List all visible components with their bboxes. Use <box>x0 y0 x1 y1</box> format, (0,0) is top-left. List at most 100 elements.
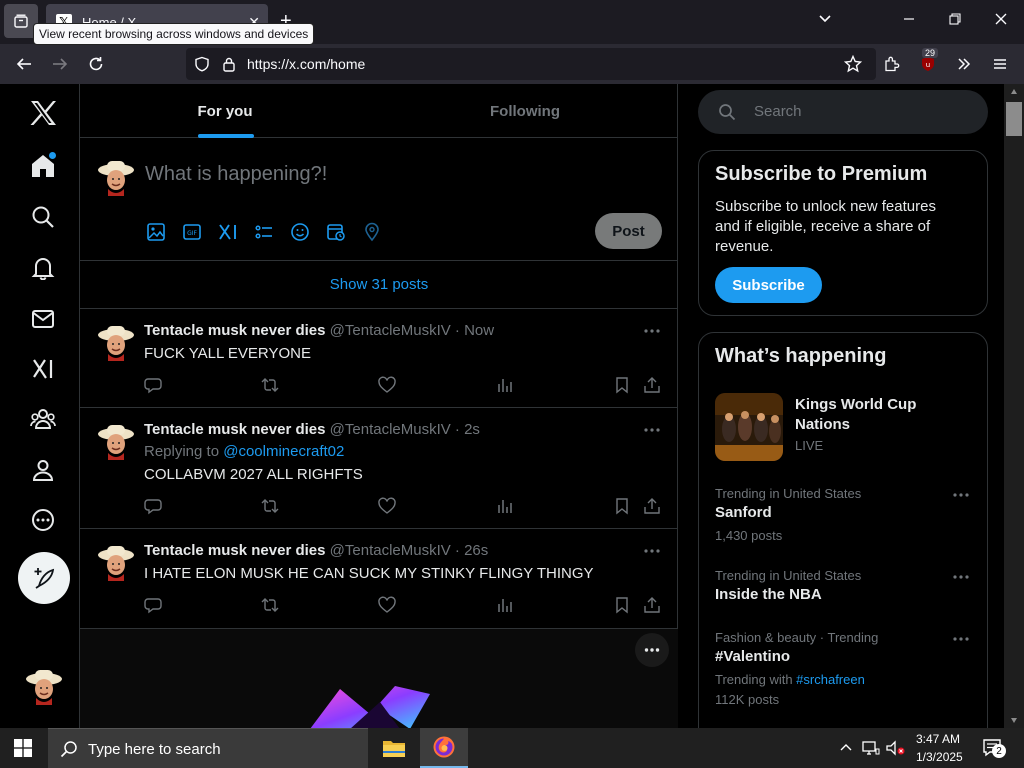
search-icon <box>719 104 736 121</box>
views-chart-icon[interactable] <box>496 376 514 394</box>
compose-post-button[interactable] <box>18 552 70 604</box>
taskbar-time[interactable]: 3:47 AM <box>916 732 960 746</box>
more-dots-icon[interactable] <box>642 321 662 341</box>
nav-explore[interactable] <box>20 194 66 240</box>
tweet-author-name[interactable]: Tentacle musk never dies <box>144 421 325 438</box>
restore-button[interactable] <box>949 12 961 26</box>
replying-to-link[interactable]: @coolminecraft02 <box>223 443 344 460</box>
post-button[interactable]: Post <box>595 213 662 249</box>
search-bar[interactable]: Search <box>698 90 988 134</box>
tweet-avatar[interactable] <box>96 541 136 581</box>
event-thumbnail[interactable] <box>715 393 783 461</box>
event-title[interactable]: Kings World Cup Nations <box>795 395 945 435</box>
media-more-button[interactable] <box>635 633 669 667</box>
bookmark-icon[interactable] <box>613 497 631 515</box>
poll-icon[interactable] <box>254 222 274 242</box>
tab-following[interactable]: Following <box>380 84 670 138</box>
extensions-button[interactable] <box>880 52 904 76</box>
repost-icon[interactable] <box>261 596 279 614</box>
nav-grok[interactable] <box>20 346 66 392</box>
like-heart-icon[interactable] <box>378 376 396 394</box>
list-all-tabs-icon[interactable] <box>818 12 832 26</box>
close-window-button[interactable] <box>994 12 1008 26</box>
trend-name[interactable]: Inside the NBA <box>715 586 822 603</box>
trend-name[interactable]: Sanford <box>715 504 772 521</box>
scroll-up-arrow-icon[interactable] <box>1010 88 1018 96</box>
more-dots-icon[interactable] <box>951 485 971 505</box>
url-bar[interactable]: https://x.com/home <box>186 48 876 80</box>
like-heart-icon[interactable] <box>378 596 396 614</box>
tweet-text: COLLABVM 2027 ALL RIGHFTS <box>144 466 363 483</box>
nav-communities[interactable] <box>20 396 66 442</box>
file-explorer-button[interactable] <box>382 737 406 759</box>
action-center-button[interactable]: 2 <box>982 738 1006 758</box>
tweet[interactable]: Tentacle musk never dies @TentacleMuskIV… <box>80 408 678 529</box>
emoji-icon[interactable] <box>290 222 310 242</box>
overflow-menu-button[interactable] <box>952 52 976 76</box>
reload-button[interactable] <box>84 52 108 76</box>
shield-icon[interactable] <box>194 56 210 72</box>
nav-notifications[interactable] <box>20 245 66 291</box>
page-scrollbar[interactable] <box>1004 84 1024 728</box>
more-dots-icon[interactable] <box>951 567 971 587</box>
x-logo-button[interactable] <box>20 90 66 136</box>
gif-icon[interactable]: GIF <box>182 222 202 242</box>
views-chart-icon[interactable] <box>496 497 514 515</box>
back-button[interactable] <box>12 52 36 76</box>
reply-icon[interactable] <box>144 497 162 515</box>
more-dots-icon[interactable] <box>642 420 662 440</box>
trending-with-link[interactable]: #srchafreen <box>796 672 865 687</box>
volume-muted-icon[interactable] <box>886 740 906 756</box>
more-dots-icon[interactable] <box>642 541 662 561</box>
minimize-button[interactable] <box>903 12 915 26</box>
lock-icon[interactable] <box>222 56 236 72</box>
chevron-up-icon[interactable] <box>840 742 852 754</box>
nav-profile[interactable] <box>20 447 66 493</box>
tweet-author-name[interactable]: Tentacle musk never dies <box>144 542 325 559</box>
whats-happening-title: What’s happening <box>715 345 887 367</box>
compose-input[interactable]: What is happening?! <box>145 163 327 186</box>
taskbar-search[interactable]: Type here to search <box>48 728 368 768</box>
more-dots-icon[interactable] <box>951 629 971 649</box>
repost-icon[interactable] <box>261 376 279 394</box>
scrollbar-thumb[interactable] <box>1006 102 1022 136</box>
bookmark-star-button[interactable] <box>841 52 865 76</box>
location-icon[interactable] <box>362 222 382 242</box>
forward-button[interactable] <box>48 52 72 76</box>
image-icon[interactable] <box>146 222 166 242</box>
start-button[interactable] <box>14 739 32 757</box>
share-icon[interactable] <box>643 596 661 614</box>
tweet[interactable]: Tentacle musk never dies @TentacleMuskIV… <box>80 309 678 408</box>
taskbar-date[interactable]: 1/3/2025 <box>916 750 963 764</box>
reply-icon[interactable] <box>144 376 162 394</box>
nav-home[interactable] <box>20 143 66 189</box>
firefox-taskbar-button[interactable] <box>420 728 468 768</box>
nav-messages[interactable] <box>20 296 66 342</box>
like-heart-icon[interactable] <box>378 497 396 515</box>
share-icon[interactable] <box>643 497 661 515</box>
tweet-text: I HATE ELON MUSK HE CAN SUCK MY STINKY F… <box>144 565 594 582</box>
repost-icon[interactable] <box>261 497 279 515</box>
subscribe-button[interactable]: Subscribe <box>715 267 822 303</box>
tweet-avatar[interactable] <box>96 321 136 361</box>
tab-for-you[interactable]: For you <box>80 84 370 138</box>
schedule-icon[interactable] <box>326 222 346 242</box>
share-icon[interactable] <box>643 376 661 394</box>
scroll-down-arrow-icon[interactable] <box>1010 716 1018 724</box>
trend-name[interactable]: #Valentino <box>715 648 790 665</box>
app-menu-button[interactable] <box>988 52 1012 76</box>
account-avatar[interactable] <box>24 665 64 705</box>
bookmark-icon[interactable] <box>613 376 631 394</box>
network-icon[interactable] <box>862 740 880 756</box>
nav-more[interactable] <box>20 497 66 543</box>
x-logo-icon <box>30 101 56 125</box>
promo-media-post[interactable] <box>80 629 678 728</box>
tweet-avatar[interactable] <box>96 420 136 460</box>
tweet[interactable]: Tentacle musk never dies @TentacleMuskIV… <box>80 529 678 629</box>
show-new-posts[interactable]: Show 31 posts <box>80 261 678 309</box>
views-chart-icon[interactable] <box>496 596 514 614</box>
bookmark-icon[interactable] <box>613 596 631 614</box>
reply-icon[interactable] <box>144 596 162 614</box>
grok-icon[interactable] <box>218 222 238 242</box>
tweet-author-name[interactable]: Tentacle musk never dies <box>144 322 325 339</box>
